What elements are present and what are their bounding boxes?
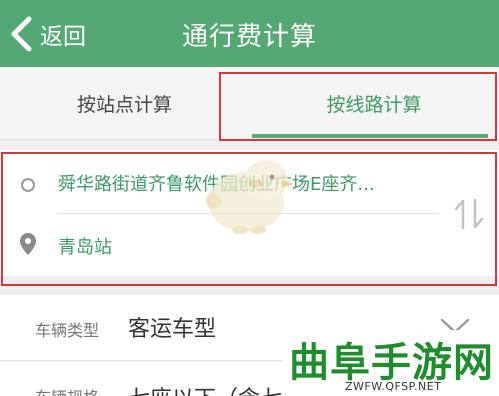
tab-by-route[interactable]: 按线路计算 xyxy=(249,67,499,140)
vehicle-type-label: 车辆类型 xyxy=(35,321,100,340)
location-pin-icon xyxy=(18,232,38,256)
site-watermark-url: ZWFW.QFSP.NET xyxy=(345,380,442,393)
tab-by-station[interactable]: 按站点计算 xyxy=(0,67,249,140)
vehicle-spec-value: 七座以下（含七 xyxy=(128,381,282,396)
active-tab-indicator xyxy=(252,134,488,138)
site-watermark: 曲阜手游网 ZWFW.QFSP.NET xyxy=(283,330,499,396)
page-title: 通行费计算 xyxy=(181,22,317,52)
swap-arrows-icon[interactable] xyxy=(452,196,486,232)
vehicle-spec-label: 车辆规格 xyxy=(35,384,99,396)
destination-field[interactable]: 青岛站 xyxy=(58,233,112,259)
origin-circle-icon xyxy=(21,178,35,192)
vehicle-type-value: 客运车型 xyxy=(128,317,217,342)
route-divider xyxy=(58,213,438,214)
origin-field[interactable]: 舜华路街道齐鲁软件园创业广场E座齐... xyxy=(58,170,408,196)
app-header: 返回 通行费计算 xyxy=(0,0,499,67)
tab-bar: 按站点计算 按线路计算 xyxy=(0,67,499,140)
